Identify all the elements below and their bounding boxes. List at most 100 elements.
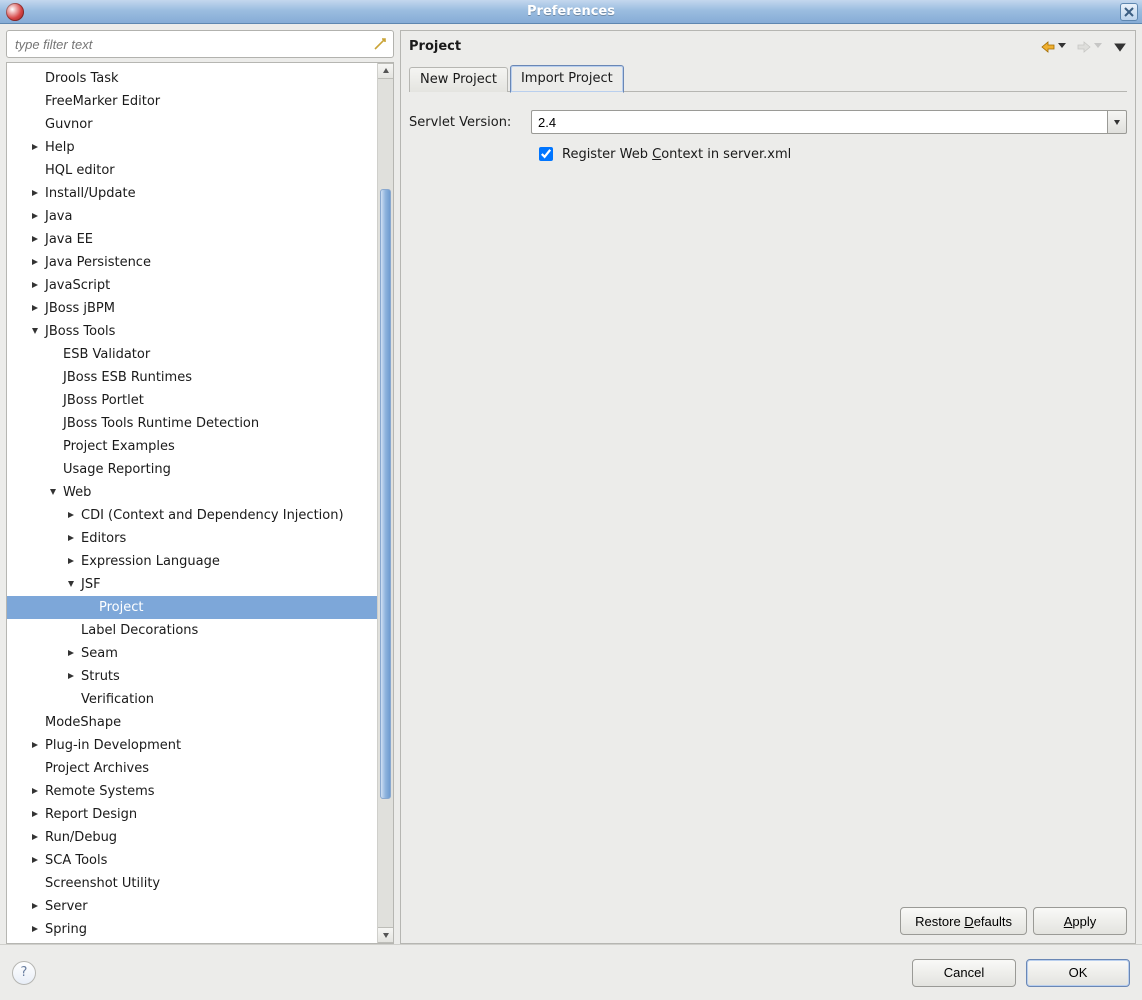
tree-item[interactable]: Spring <box>7 918 377 941</box>
tree-scrollbar[interactable] <box>377 63 393 943</box>
label-part: efaults <box>974 914 1012 929</box>
close-button[interactable] <box>1120 3 1138 21</box>
tree-item-label: FreeMarker Editor <box>41 94 160 109</box>
tree-twisty-closed-icon[interactable] <box>29 853 41 868</box>
tree-item[interactable]: Run/Debug <box>7 826 377 849</box>
restore-defaults-button[interactable]: Restore Defaults <box>900 907 1027 935</box>
tree-item[interactable]: Seam <box>7 642 377 665</box>
tree-item[interactable]: Java EE <box>7 228 377 251</box>
tree-item[interactable]: CDI (Context and Dependency Injection) <box>7 504 377 527</box>
tab-label: Import Project <box>521 71 613 86</box>
tree-item-label: CDI (Context and Dependency Injection) <box>77 508 344 523</box>
tree-item[interactable]: Project Archives <box>7 757 377 780</box>
tree-item-label: JBoss ESB Runtimes <box>59 370 192 385</box>
tree-item[interactable]: Report Design <box>7 803 377 826</box>
scroll-up-icon[interactable] <box>378 63 393 79</box>
tree-twisty-closed-icon[interactable] <box>29 278 41 293</box>
tree-item[interactable]: HQL editor <box>7 159 377 182</box>
tab-new-project[interactable]: New Project <box>409 67 508 92</box>
tree-twisty-closed-icon[interactable] <box>29 784 41 799</box>
tab-import-project[interactable]: Import Project <box>510 65 624 93</box>
tree-item-label: Drools Task <box>41 71 119 86</box>
tree-twisty-closed-icon[interactable] <box>65 669 77 684</box>
tree-scroll[interactable]: Drools Task FreeMarker Editor GuvnorHelpHQ… <box>7 63 377 943</box>
tree-item[interactable]: JBoss jBPM <box>7 297 377 320</box>
tree-item[interactable]: Plug-in Development <box>7 734 377 757</box>
tree-item[interactable]: Install/Update <box>7 182 377 205</box>
tree-item[interactable]: Verification <box>7 688 377 711</box>
tree-twisty-closed-icon[interactable] <box>65 531 77 546</box>
filter-input[interactable] <box>6 30 394 58</box>
help-button[interactable]: ? <box>12 961 36 985</box>
tree-item[interactable]: Usage Reporting <box>7 458 377 481</box>
button-label: OK <box>1069 965 1088 980</box>
tree-twisty-closed-icon[interactable] <box>65 508 77 523</box>
tree-item-label: Spring <box>41 922 87 937</box>
tree-item-label: Usage Reporting <box>59 462 171 477</box>
tree-item[interactable]: ESB Validator <box>7 343 377 366</box>
tree-item[interactable]: JBoss Portlet <box>7 389 377 412</box>
tree-item-label: Plug-in Development <box>41 738 181 753</box>
tree-twisty-closed-icon[interactable] <box>29 738 41 753</box>
label-part: pply <box>1072 914 1096 929</box>
combo-drop-button[interactable] <box>1107 110 1127 134</box>
cancel-button[interactable]: Cancel <box>912 959 1016 987</box>
nav-back-button[interactable] <box>1041 39 1067 54</box>
tree-twisty-closed-icon[interactable] <box>29 186 41 201</box>
tree-item[interactable]: JavaScript <box>7 274 377 297</box>
tree-twisty-open-icon[interactable] <box>47 485 59 500</box>
tree-twisty-closed-icon[interactable] <box>65 646 77 661</box>
tree-item[interactable]: ModeShape <box>7 711 377 734</box>
tree-item[interactable]: Java Persistence <box>7 251 377 274</box>
tree-item[interactable]: Expression Language <box>7 550 377 573</box>
tree-item[interactable]: Help <box>7 136 377 159</box>
servlet-version-combo[interactable] <box>531 110 1127 134</box>
apply-button[interactable]: Apply <box>1033 907 1127 935</box>
tree-twisty-closed-icon[interactable] <box>29 209 41 224</box>
filter-clear-icon[interactable] <box>372 36 388 52</box>
tree-item[interactable]: Remote Systems <box>7 780 377 803</box>
window-title: Preferences <box>527 4 615 19</box>
tree-item[interactable]: Project <box>7 596 377 619</box>
tree-twisty-open-icon[interactable] <box>29 324 41 339</box>
tree-item[interactable]: Web <box>7 481 377 504</box>
tree-item[interactable]: FreeMarker Editor <box>7 90 377 113</box>
ok-button[interactable]: OK <box>1026 959 1130 987</box>
tree-item[interactable]: Editors <box>7 527 377 550</box>
register-context-row: Register Web Context in server.xml <box>535 144 1127 164</box>
tree-twisty-closed-icon[interactable] <box>29 232 41 247</box>
scroll-down-icon[interactable] <box>378 927 393 943</box>
scroll-track[interactable] <box>378 79 393 927</box>
tree-item[interactable]: Screenshot Utility <box>7 872 377 895</box>
tree-item[interactable]: Project Examples <box>7 435 377 458</box>
tree-item-label: Verification <box>77 692 154 707</box>
tree-twisty-closed-icon[interactable] <box>29 830 41 845</box>
tree-twisty-closed-icon[interactable] <box>29 140 41 155</box>
tree-item[interactable]: JBoss ESB Runtimes <box>7 366 377 389</box>
tree-item[interactable]: JBoss Tools Runtime Detection <box>7 412 377 435</box>
tree-item[interactable]: JBoss Tools <box>7 320 377 343</box>
servlet-version-input[interactable] <box>531 110 1107 134</box>
tree-twisty-open-icon[interactable] <box>65 577 77 592</box>
menu-chevron-icon <box>1113 41 1127 53</box>
nav-forward-button[interactable] <box>1077 39 1103 54</box>
tree-twisty-closed-icon[interactable] <box>29 255 41 270</box>
servlet-version-row: Servlet Version: <box>409 110 1127 134</box>
view-menu-button[interactable] <box>1113 41 1127 53</box>
tree-twisty-closed-icon[interactable] <box>29 301 41 316</box>
tree-twisty-closed-icon[interactable] <box>29 922 41 937</box>
tree-item[interactable]: JSF <box>7 573 377 596</box>
tree-item[interactable]: Drools Task <box>7 67 377 90</box>
tree-item[interactable]: Guvnor <box>7 113 377 136</box>
register-context-checkbox[interactable] <box>539 147 553 161</box>
tree-twisty-closed-icon[interactable] <box>65 554 77 569</box>
tree-item[interactable]: SCA Tools <box>7 849 377 872</box>
scroll-thumb[interactable] <box>380 189 391 799</box>
tree-item-label: Struts <box>77 669 120 684</box>
tree-item[interactable]: Java <box>7 205 377 228</box>
tree-item[interactable]: Struts <box>7 665 377 688</box>
tree-item[interactable]: Label Decorations <box>7 619 377 642</box>
tree-twisty-closed-icon[interactable] <box>29 807 41 822</box>
tree-item[interactable]: Server <box>7 895 377 918</box>
tree-twisty-closed-icon[interactable] <box>29 899 41 914</box>
